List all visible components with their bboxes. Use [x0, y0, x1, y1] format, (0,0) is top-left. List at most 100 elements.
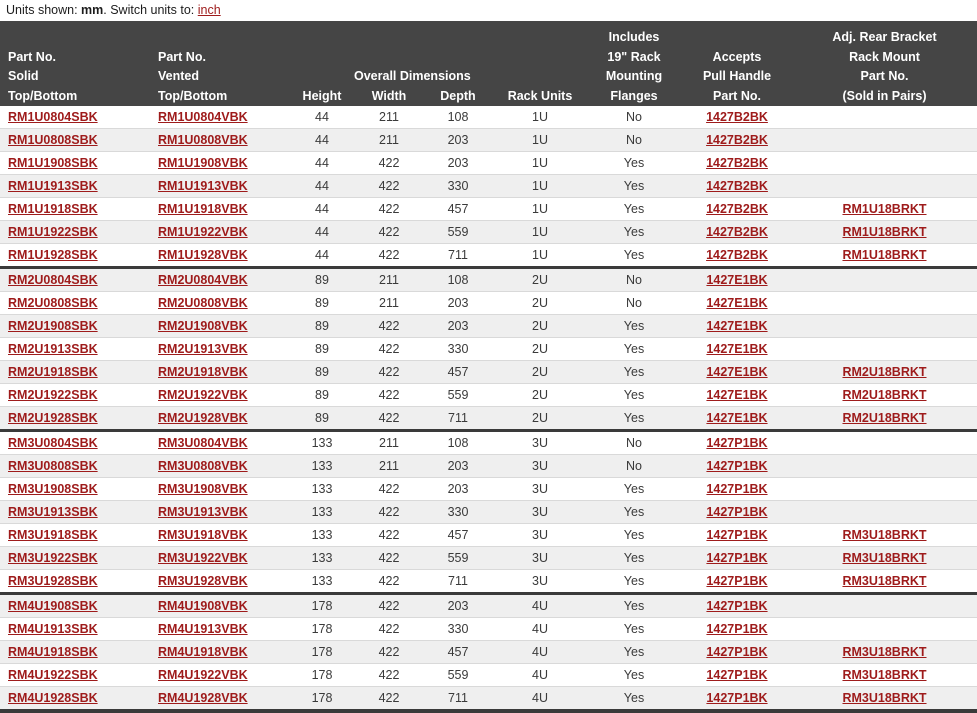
- cell-handle[interactable]: 1427E1BK: [682, 291, 792, 315]
- part-link-handle[interactable]: 1427P1BK: [706, 505, 767, 519]
- part-link-vented[interactable]: RM3U0804VBK: [158, 436, 248, 450]
- cell-bracket[interactable]: RM3U18BRKT: [792, 569, 977, 595]
- cell-handle[interactable]: 1427P1BK: [682, 686, 792, 713]
- part-link-handle[interactable]: 1427P1BK: [706, 574, 767, 588]
- part-link-vented[interactable]: RM4U1922VBK: [158, 668, 248, 682]
- cell-vented[interactable]: RM4U1922VBK: [150, 663, 288, 687]
- cell-solid[interactable]: RM3U1908SBK: [0, 477, 150, 501]
- part-link-vented[interactable]: RM1U1922VBK: [158, 225, 248, 239]
- cell-handle[interactable]: 1427P1BK: [682, 617, 792, 641]
- part-link-solid[interactable]: RM1U0804SBK: [8, 110, 98, 124]
- cell-handle[interactable]: 1427E1BK: [682, 383, 792, 407]
- part-link-solid[interactable]: RM2U0808SBK: [8, 296, 98, 310]
- cell-vented[interactable]: RM1U1928VBK: [150, 243, 288, 269]
- part-link-bracket[interactable]: RM3U18BRKT: [842, 551, 926, 565]
- part-link-solid[interactable]: RM3U1922SBK: [8, 551, 98, 565]
- cell-vented[interactable]: RM2U1913VBK: [150, 337, 288, 361]
- cell-handle[interactable]: 1427E1BK: [682, 360, 792, 384]
- cell-handle[interactable]: 1427B2BK: [682, 151, 792, 175]
- cell-vented[interactable]: RM4U1928VBK: [150, 686, 288, 713]
- part-link-vented[interactable]: RM2U0804VBK: [158, 273, 248, 287]
- cell-vented[interactable]: RM2U1922VBK: [150, 383, 288, 407]
- part-link-handle[interactable]: 1427P1BK: [706, 528, 767, 542]
- part-link-vented[interactable]: RM2U0808VBK: [158, 296, 248, 310]
- cell-handle[interactable]: 1427E1BK: [682, 337, 792, 361]
- part-link-bracket[interactable]: RM3U18BRKT: [842, 528, 926, 542]
- part-link-bracket[interactable]: RM2U18BRKT: [842, 411, 926, 425]
- cell-bracket[interactable]: RM2U18BRKT: [792, 406, 977, 432]
- part-link-vented[interactable]: RM2U1928VBK: [158, 411, 248, 425]
- part-link-solid[interactable]: RM1U1918SBK: [8, 202, 98, 216]
- part-link-handle[interactable]: 1427E1BK: [706, 296, 767, 310]
- part-link-vented[interactable]: RM3U0808VBK: [158, 459, 248, 473]
- part-link-solid[interactable]: RM2U1922SBK: [8, 388, 98, 402]
- cell-vented[interactable]: RM1U1913VBK: [150, 174, 288, 198]
- part-link-solid[interactable]: RM1U1928SBK: [8, 248, 98, 262]
- cell-solid[interactable]: RM3U1922SBK: [0, 546, 150, 570]
- part-link-vented[interactable]: RM1U1928VBK: [158, 248, 248, 262]
- cell-solid[interactable]: RM4U1928SBK: [0, 686, 150, 713]
- cell-handle[interactable]: 1427P1BK: [682, 454, 792, 478]
- cell-solid[interactable]: RM4U1908SBK: [0, 593, 150, 618]
- cell-solid[interactable]: RM2U1922SBK: [0, 383, 150, 407]
- part-link-vented[interactable]: RM4U1913VBK: [158, 622, 248, 636]
- cell-solid[interactable]: RM1U0808SBK: [0, 128, 150, 152]
- cell-vented[interactable]: RM1U1908VBK: [150, 151, 288, 175]
- cell-solid[interactable]: RM1U1922SBK: [0, 220, 150, 244]
- part-link-vented[interactable]: RM1U1908VBK: [158, 156, 248, 170]
- part-link-bracket[interactable]: RM2U18BRKT: [842, 388, 926, 402]
- part-link-vented[interactable]: RM1U1918VBK: [158, 202, 248, 216]
- cell-bracket[interactable]: RM2U18BRKT: [792, 383, 977, 407]
- cell-solid[interactable]: RM3U0804SBK: [0, 430, 150, 455]
- cell-vented[interactable]: RM1U1918VBK: [150, 197, 288, 221]
- cell-handle[interactable]: 1427P1BK: [682, 500, 792, 524]
- part-link-handle[interactable]: 1427E1BK: [706, 273, 767, 287]
- part-link-vented[interactable]: RM1U0804VBK: [158, 110, 248, 124]
- part-link-solid[interactable]: RM4U1928SBK: [8, 691, 98, 705]
- cell-handle[interactable]: 1427P1BK: [682, 640, 792, 664]
- cell-bracket[interactable]: RM3U18BRKT: [792, 686, 977, 713]
- cell-vented[interactable]: RM4U1918VBK: [150, 640, 288, 664]
- cell-solid[interactable]: RM1U1913SBK: [0, 174, 150, 198]
- cell-solid[interactable]: RM4U1918SBK: [0, 640, 150, 664]
- part-link-vented[interactable]: RM3U1913VBK: [158, 505, 248, 519]
- cell-bracket[interactable]: RM3U18BRKT: [792, 640, 977, 664]
- part-link-solid[interactable]: RM3U0808SBK: [8, 459, 98, 473]
- part-link-handle[interactable]: 1427P1BK: [706, 691, 767, 705]
- part-link-solid[interactable]: RM4U1908SBK: [8, 599, 98, 613]
- cell-handle[interactable]: 1427E1BK: [682, 267, 792, 292]
- cell-solid[interactable]: RM3U0808SBK: [0, 454, 150, 478]
- part-link-solid[interactable]: RM3U1918SBK: [8, 528, 98, 542]
- part-link-vented[interactable]: RM3U1908VBK: [158, 482, 248, 496]
- part-link-bracket[interactable]: RM3U18BRKT: [842, 574, 926, 588]
- part-link-bracket[interactable]: RM3U18BRKT: [842, 668, 926, 682]
- cell-solid[interactable]: RM1U0804SBK: [0, 106, 150, 129]
- part-link-handle[interactable]: 1427P1BK: [706, 551, 767, 565]
- cell-vented[interactable]: RM3U1908VBK: [150, 477, 288, 501]
- cell-solid[interactable]: RM2U1918SBK: [0, 360, 150, 384]
- part-link-handle[interactable]: 1427B2BK: [706, 133, 768, 147]
- cell-bracket[interactable]: RM1U18BRKT: [792, 243, 977, 269]
- cell-handle[interactable]: 1427B2BK: [682, 128, 792, 152]
- cell-handle[interactable]: 1427P1BK: [682, 569, 792, 595]
- cell-handle[interactable]: 1427B2BK: [682, 174, 792, 198]
- part-link-bracket[interactable]: RM1U18BRKT: [842, 248, 926, 262]
- cell-bracket[interactable]: RM1U18BRKT: [792, 220, 977, 244]
- part-link-solid[interactable]: RM4U1922SBK: [8, 668, 98, 682]
- part-link-bracket[interactable]: RM2U18BRKT: [842, 365, 926, 379]
- cell-vented[interactable]: RM2U0804VBK: [150, 267, 288, 292]
- cell-solid[interactable]: RM2U1908SBK: [0, 314, 150, 338]
- part-link-vented[interactable]: RM2U1918VBK: [158, 365, 248, 379]
- part-link-handle[interactable]: 1427B2BK: [706, 156, 768, 170]
- part-link-handle[interactable]: 1427P1BK: [706, 482, 767, 496]
- part-link-handle[interactable]: 1427P1BK: [706, 668, 767, 682]
- cell-solid[interactable]: RM1U1918SBK: [0, 197, 150, 221]
- part-link-handle[interactable]: 1427P1BK: [706, 436, 767, 450]
- part-link-solid[interactable]: RM3U0804SBK: [8, 436, 98, 450]
- switch-units-link[interactable]: inch: [198, 3, 221, 17]
- part-link-solid[interactable]: RM1U1913SBK: [8, 179, 98, 193]
- cell-solid[interactable]: RM2U1913SBK: [0, 337, 150, 361]
- cell-vented[interactable]: RM3U1928VBK: [150, 569, 288, 595]
- part-link-solid[interactable]: RM4U1918SBK: [8, 645, 98, 659]
- part-link-handle[interactable]: 1427E1BK: [706, 319, 767, 333]
